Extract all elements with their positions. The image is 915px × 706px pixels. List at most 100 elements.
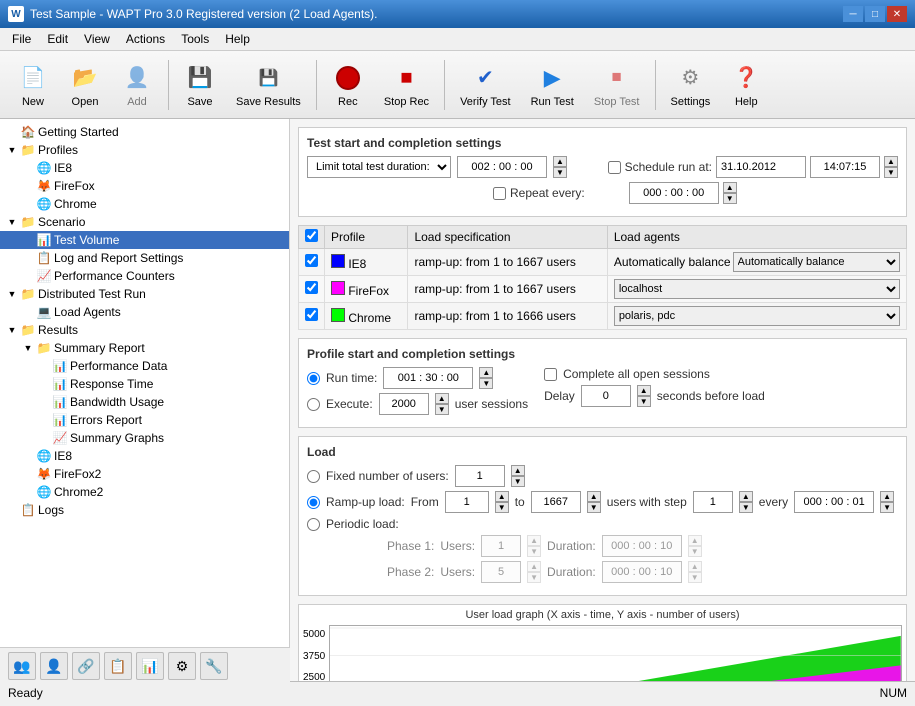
stop-test-button[interactable]: ⏹ Stop Test — [585, 56, 649, 114]
run-time-radio[interactable] — [307, 372, 320, 385]
schedule-checkbox[interactable] — [608, 161, 621, 174]
open-button[interactable]: 📂 Open — [60, 56, 110, 114]
duration-spin[interactable]: ▲ ▼ — [553, 156, 567, 178]
ramp-step-spin[interactable]: ▲ ▼ — [739, 491, 753, 513]
repeat-spin[interactable]: ▲ ▼ — [723, 182, 737, 204]
run-time-spin[interactable]: ▲ ▼ — [479, 367, 493, 389]
ie8-agents-select[interactable]: Automatically balance — [733, 252, 900, 272]
sidebar-btn-1[interactable]: 👥 — [8, 652, 36, 680]
ramp-step-up[interactable]: ▲ — [739, 491, 753, 502]
sidebar-item-load-agents[interactable]: 💻 Load Agents — [0, 303, 289, 321]
sidebar-item-chrome2[interactable]: 🌐 Chrome2 — [0, 483, 289, 501]
ramp-from-down[interactable]: ▼ — [495, 502, 509, 513]
run-time-down[interactable]: ▼ — [479, 378, 493, 389]
ramp-radio[interactable] — [307, 496, 320, 509]
fixed-down[interactable]: ▼ — [511, 476, 525, 487]
sidebar-item-perf-counters[interactable]: 📈 Performance Counters — [0, 267, 289, 285]
sidebar-item-logs[interactable]: 📋 Logs — [0, 501, 289, 519]
sidebar-btn-6[interactable]: ⚙ — [168, 652, 196, 680]
sidebar-btn-4[interactable]: 📋 — [104, 652, 132, 680]
verify-test-button[interactable]: ✔ Verify Test — [451, 56, 520, 114]
menu-file[interactable]: File — [6, 30, 37, 48]
add-button[interactable]: 👤 Add — [112, 56, 162, 114]
repeat-checkbox[interactable] — [493, 187, 506, 200]
ramp-step-down[interactable]: ▼ — [739, 502, 753, 513]
ramp-from-input[interactable] — [445, 491, 489, 513]
run-time-input[interactable] — [383, 367, 473, 389]
chrome-agents-select[interactable]: polaris, pdc — [614, 306, 900, 326]
execute-radio[interactable] — [307, 398, 320, 411]
execute-up[interactable]: ▲ — [435, 393, 449, 404]
execute-input[interactable] — [379, 393, 429, 415]
ramp-step-input[interactable] — [693, 491, 733, 513]
rec-button[interactable]: Rec — [323, 56, 373, 114]
sidebar-item-summary-report[interactable]: ▼ 📁 Summary Report — [0, 339, 289, 357]
menu-help[interactable]: Help — [219, 30, 256, 48]
sidebar-item-results[interactable]: ▼ 📁 Results — [0, 321, 289, 339]
ramp-to-up[interactable]: ▲ — [587, 491, 601, 502]
sidebar-item-distributed[interactable]: ▼ 📁 Distributed Test Run — [0, 285, 289, 303]
sidebar-item-log-report[interactable]: 📋 Log and Report Settings — [0, 249, 289, 267]
sidebar-item-profiles[interactable]: ▼ 📁 Profiles — [0, 141, 289, 159]
repeat-up[interactable]: ▲ — [723, 182, 737, 193]
chrome-check[interactable] — [305, 308, 318, 321]
run-time-up[interactable]: ▲ — [479, 367, 493, 378]
sidebar-item-test-volume[interactable]: 📊 Test Volume — [0, 231, 289, 249]
new-button[interactable]: 📄 New — [8, 56, 58, 114]
help-button[interactable]: ❓ Help — [721, 56, 771, 114]
fixed-radio[interactable] — [307, 470, 320, 483]
sidebar-item-response-time[interactable]: 📊 Response Time — [0, 375, 289, 393]
sidebar-btn-7[interactable]: 🔧 — [200, 652, 228, 680]
sidebar-item-firefox2[interactable]: 🦊 FireFox2 — [0, 465, 289, 483]
execute-down[interactable]: ▼ — [435, 404, 449, 415]
fixed-spin[interactable]: ▲ ▼ — [511, 465, 525, 487]
sidebar-item-firefox[interactable]: 🦊 FireFox — [0, 177, 289, 195]
firefox-agents-select[interactable]: localhost — [614, 279, 900, 299]
sidebar-item-ie8[interactable]: 🌐 IE8 — [0, 159, 289, 177]
repeat-down[interactable]: ▼ — [723, 193, 737, 204]
sidebar-item-ie8-result[interactable]: 🌐 IE8 — [0, 447, 289, 465]
delay-input[interactable] — [581, 385, 631, 407]
stop-rec-button[interactable]: ⏹ Stop Rec — [375, 56, 438, 114]
sidebar-item-summary-graphs[interactable]: 📈 Summary Graphs — [0, 429, 289, 447]
limit-dropdown[interactable]: Limit total test duration: — [307, 156, 451, 178]
sidebar-item-perf-data[interactable]: 📊 Performance Data — [0, 357, 289, 375]
run-test-button[interactable]: ▶ Run Test — [522, 56, 583, 114]
duration-input[interactable] — [457, 156, 547, 178]
ramp-every-spin[interactable]: ▲ ▼ — [880, 491, 894, 513]
sidebar-btn-2[interactable]: 👤 — [40, 652, 68, 680]
minimize-button[interactable]: ─ — [843, 6, 863, 22]
repeat-input[interactable] — [629, 182, 719, 204]
complete-sessions-check[interactable] — [544, 368, 557, 381]
menu-edit[interactable]: Edit — [41, 30, 74, 48]
delay-down[interactable]: ▼ — [637, 396, 651, 407]
periodic-radio[interactable] — [307, 518, 320, 531]
sidebar-item-getting-started[interactable]: 🏠 Getting Started — [0, 123, 289, 141]
ramp-to-spin[interactable]: ▲ ▼ — [587, 491, 601, 513]
sidebar-btn-5[interactable]: 📊 — [136, 652, 164, 680]
delay-spin[interactable]: ▲ ▼ — [637, 385, 651, 407]
save-button[interactable]: 💾 Save — [175, 56, 225, 114]
sidebar-item-bandwidth[interactable]: 📊 Bandwidth Usage — [0, 393, 289, 411]
schedule-spin[interactable]: ▲ ▼ — [884, 156, 898, 178]
schedule-down[interactable]: ▼ — [884, 167, 898, 178]
firefox-check[interactable] — [305, 281, 318, 294]
sidebar-item-chrome[interactable]: 🌐 Chrome — [0, 195, 289, 213]
ramp-from-spin[interactable]: ▲ ▼ — [495, 491, 509, 513]
fixed-up[interactable]: ▲ — [511, 465, 525, 476]
schedule-time[interactable] — [810, 156, 880, 178]
menu-actions[interactable]: Actions — [120, 30, 171, 48]
sidebar-item-scenario[interactable]: ▼ 📁 Scenario — [0, 213, 289, 231]
delay-up[interactable]: ▲ — [637, 385, 651, 396]
sidebar-item-errors[interactable]: 📊 Errors Report — [0, 411, 289, 429]
select-all-checkbox[interactable] — [305, 229, 318, 242]
ramp-to-down[interactable]: ▼ — [587, 502, 601, 513]
ramp-every-down[interactable]: ▼ — [880, 502, 894, 513]
duration-up[interactable]: ▲ — [553, 156, 567, 167]
ie8-check[interactable] — [305, 254, 318, 267]
menu-tools[interactable]: Tools — [175, 30, 215, 48]
duration-down[interactable]: ▼ — [553, 167, 567, 178]
ramp-to-input[interactable] — [531, 491, 581, 513]
sidebar-btn-3[interactable]: 🔗 — [72, 652, 100, 680]
schedule-up[interactable]: ▲ — [884, 156, 898, 167]
